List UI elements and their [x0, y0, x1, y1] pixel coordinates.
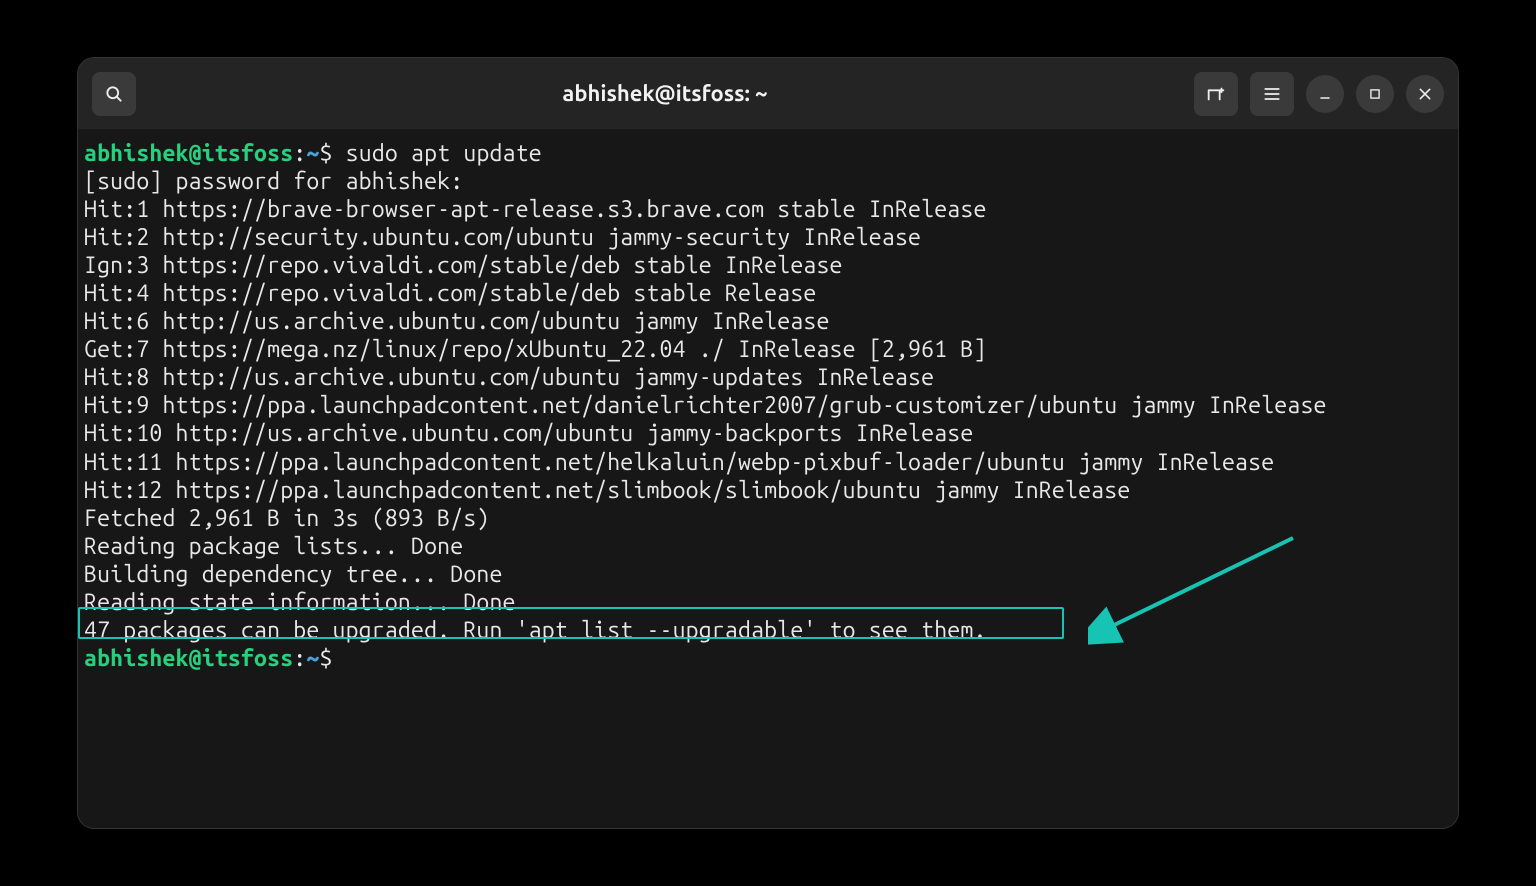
output-line: Hit:12 https://ppa.launchpadcontent.net/… — [84, 477, 1452, 505]
terminal-window: abhishek@itsfoss: ~ abhishek@itsfoss:~$ … — [78, 58, 1458, 828]
output-line: Get:7 https://mega.nz/linux/repo/xUbuntu… — [84, 336, 1452, 364]
output-line: Reading package lists... Done — [84, 533, 1452, 561]
hamburger-menu-button[interactable] — [1250, 72, 1294, 116]
prompt-user-host: abhishek@itsfoss — [84, 141, 293, 166]
search-icon — [104, 84, 124, 104]
output-line: Fetched 2,961 B in 3s (893 B/s) — [84, 505, 1452, 533]
maximize-icon — [1368, 87, 1382, 101]
output-line: Hit:6 http://us.archive.ubuntu.com/ubunt… — [84, 308, 1452, 336]
close-icon — [1417, 86, 1433, 102]
hamburger-icon — [1262, 84, 1282, 104]
output-line: Hit:9 https://ppa.launchpadcontent.net/d… — [84, 392, 1452, 420]
output-line: Hit:1 https://brave-browser-apt-release.… — [84, 196, 1452, 224]
output-line: Hit:8 http://us.archive.ubuntu.com/ubunt… — [84, 364, 1452, 392]
command-text: sudo apt update — [346, 141, 542, 166]
window-title: abhishek@itsfoss: ~ — [146, 81, 1184, 106]
minimize-button[interactable] — [1306, 75, 1344, 113]
output-line: Hit:10 http://us.archive.ubuntu.com/ubun… — [84, 420, 1452, 448]
output-line: Hit:4 https://repo.vivaldi.com/stable/de… — [84, 280, 1452, 308]
output-line: Hit:2 http://security.ubuntu.com/ubuntu … — [84, 224, 1452, 252]
prompt-line-1: abhishek@itsfoss:~$ sudo apt update — [84, 140, 1452, 168]
minimize-icon — [1317, 86, 1333, 102]
close-button[interactable] — [1406, 75, 1444, 113]
new-tab-icon — [1205, 83, 1227, 105]
new-tab-button[interactable] — [1194, 72, 1238, 116]
output-line: [sudo] password for abhishek: — [84, 168, 1452, 196]
output-line: Building dependency tree... Done — [84, 561, 1452, 589]
output-line: Ign:3 https://repo.vivaldi.com/stable/de… — [84, 252, 1452, 280]
prompt-path: ~ — [306, 141, 319, 166]
terminal-body[interactable]: abhishek@itsfoss:~$ sudo apt update[sudo… — [78, 130, 1458, 828]
prompt-line-2: abhishek@itsfoss:~$ — [84, 645, 1452, 673]
search-button[interactable] — [92, 72, 136, 116]
output-line: Reading state information... Done — [84, 589, 1452, 617]
titlebar: abhishek@itsfoss: ~ — [78, 58, 1458, 130]
output-line: Hit:11 https://ppa.launchpadcontent.net/… — [84, 449, 1452, 477]
maximize-button[interactable] — [1356, 75, 1394, 113]
output-highlighted-line: 47 packages can be upgraded. Run 'apt li… — [84, 617, 1452, 645]
